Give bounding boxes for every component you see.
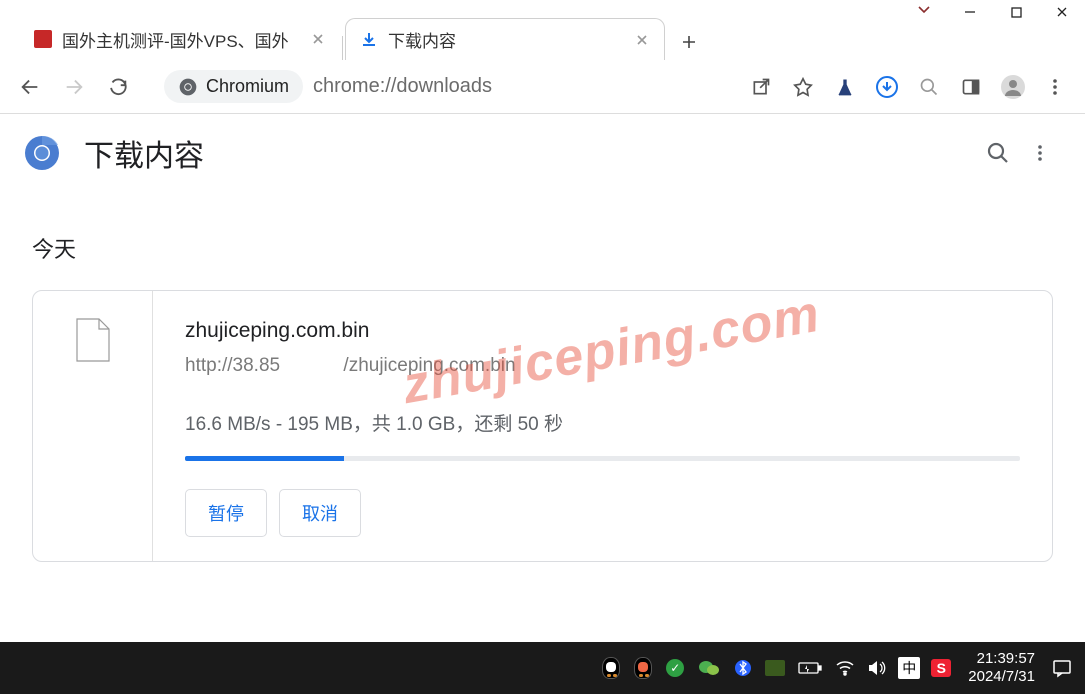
- section-label-today: 今天: [32, 232, 1053, 264]
- downloads-content: 今天 zhujiceping.com.bin http://38.85 /zhu…: [0, 192, 1085, 562]
- file-icon: [75, 317, 111, 363]
- download-file-icon-area: [33, 291, 153, 561]
- toolbar-right-icons: [741, 67, 1075, 107]
- tab-favicon-red-icon: [34, 30, 52, 48]
- download-actions: 暂停 取消: [185, 489, 1020, 537]
- s-label: S: [931, 659, 951, 677]
- tray-ime-button[interactable]: 中: [896, 655, 922, 681]
- search-button[interactable]: [909, 67, 949, 107]
- download-url[interactable]: http://38.85 /zhujiceping.com.bin: [185, 355, 1020, 377]
- tray-status-icon[interactable]: ✓: [662, 655, 688, 681]
- tab-close-button[interactable]: [634, 32, 650, 48]
- tray-wifi-icon[interactable]: [832, 655, 858, 681]
- profile-button[interactable]: [993, 67, 1033, 107]
- tab-active[interactable]: 下载内容: [345, 18, 665, 60]
- download-item-body: zhujiceping.com.bin http://38.85 /zhujic…: [153, 291, 1052, 561]
- tray-bluetooth-icon[interactable]: [730, 655, 756, 681]
- tab-close-button[interactable]: [310, 31, 326, 47]
- download-progress-fill: [185, 456, 344, 461]
- chromium-logo-icon: [24, 135, 60, 171]
- browser-toolbar: Chromium chrome://downloads: [0, 60, 1085, 114]
- window-maximize-button[interactable]: [993, 0, 1039, 24]
- tab-title: 下载内容: [388, 27, 626, 52]
- taskbar-date: 2024/7/31: [968, 668, 1035, 686]
- download-filename[interactable]: zhujiceping.com.bin: [185, 319, 1020, 343]
- tray-nvidia-icon[interactable]: [762, 655, 788, 681]
- downloads-header: 下载内容: [0, 114, 1085, 192]
- ime-label: 中: [898, 657, 920, 679]
- reload-button[interactable]: [98, 67, 138, 107]
- download-item-card: zhujiceping.com.bin http://38.85 /zhujic…: [32, 290, 1053, 562]
- downloads-menu-button[interactable]: [1019, 132, 1061, 174]
- download-icon: [360, 31, 378, 49]
- window-custom-button[interactable]: [901, 0, 947, 24]
- window-minimize-button[interactable]: [947, 0, 993, 24]
- bookmark-button[interactable]: [783, 67, 823, 107]
- kebab-menu-button[interactable]: [1035, 67, 1075, 107]
- page-title: 下载内容: [84, 131, 977, 175]
- pause-button[interactable]: 暂停: [185, 489, 267, 537]
- side-panel-button[interactable]: [951, 67, 991, 107]
- tray-battery-icon[interactable]: [794, 655, 826, 681]
- tray-notifications-button[interactable]: [1049, 655, 1075, 681]
- tray-qq-icon-2[interactable]: [630, 655, 656, 681]
- back-button[interactable]: [10, 67, 50, 107]
- omnibox-badge-label: Chromium: [206, 76, 289, 97]
- downloads-search-button[interactable]: [977, 132, 1019, 174]
- cancel-button[interactable]: 取消: [279, 489, 361, 537]
- tray-qq-icon[interactable]: [598, 655, 624, 681]
- share-button[interactable]: [741, 67, 781, 107]
- window-close-button[interactable]: [1039, 0, 1085, 24]
- tab-separator: [342, 36, 343, 60]
- tab-title: 国外主机测评-国外VPS、国外: [62, 27, 302, 52]
- extension-flask-icon[interactable]: [825, 67, 865, 107]
- download-indicator-icon[interactable]: [867, 67, 907, 107]
- omnibox-url: chrome://downloads: [313, 75, 492, 98]
- window-controls: [901, 0, 1085, 24]
- download-progress-bar: [185, 456, 1020, 461]
- windows-taskbar: ✓ 中 S 21:39:57 2024/7/31: [0, 642, 1085, 694]
- address-bar[interactable]: Chromium chrome://downloads: [150, 67, 729, 107]
- tab-inactive[interactable]: 国外主机测评-国外VPS、国外: [20, 18, 340, 60]
- chromium-icon: [178, 77, 198, 97]
- forward-button[interactable]: [54, 67, 94, 107]
- tray-wechat-icon[interactable]: [694, 655, 724, 681]
- tray-sogou-icon[interactable]: S: [928, 655, 954, 681]
- download-progress-text: 16.6 MB/s - 195 MB，共 1.0 GB，还剩 50 秒: [185, 409, 1020, 436]
- taskbar-clock[interactable]: 21:39:57 2024/7/31: [968, 650, 1035, 686]
- chromium-badge[interactable]: Chromium: [164, 70, 303, 103]
- tray-volume-icon[interactable]: [864, 655, 890, 681]
- taskbar-time: 21:39:57: [968, 650, 1035, 668]
- new-tab-button[interactable]: [671, 24, 707, 60]
